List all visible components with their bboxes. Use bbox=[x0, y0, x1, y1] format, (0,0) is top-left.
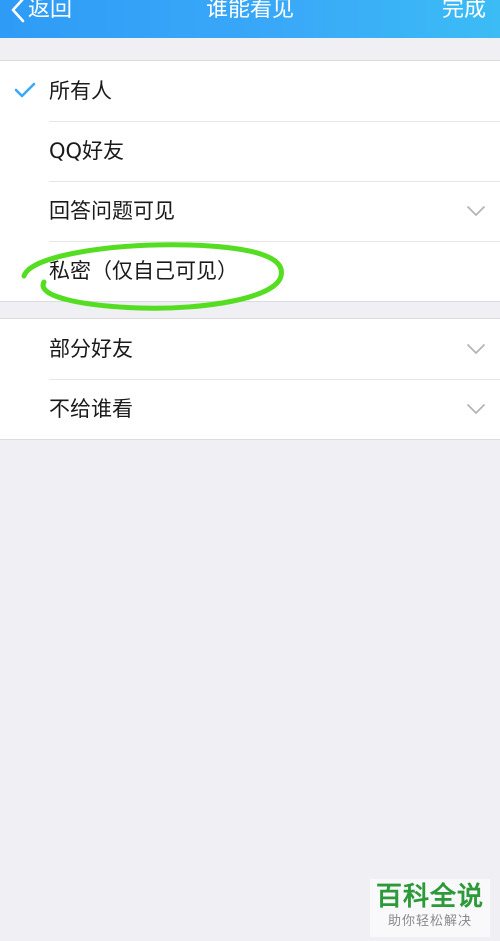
chevron-down-icon bbox=[467, 344, 485, 354]
option-private[interactable]: 私密（仅自己可见） bbox=[0, 241, 500, 301]
check-icon bbox=[14, 82, 36, 98]
option-label: QQ好友 bbox=[49, 139, 125, 163]
option-exclude-friends[interactable]: 不给谁看 bbox=[0, 379, 500, 439]
option-answer-question[interactable]: 回答问题可见 bbox=[0, 181, 500, 241]
option-qq-friends[interactable]: QQ好友 bbox=[0, 121, 500, 181]
page-title: 谁能看见 bbox=[205, 0, 294, 22]
visibility-options-group: 所有人 QQ好友 回答问题可见 私密（仅自己可见） bbox=[0, 60, 500, 302]
option-label: 部分好友 bbox=[49, 337, 133, 361]
watermark-logo: 百科全说 助你轻松解决 bbox=[370, 879, 490, 937]
option-label: 私密（仅自己可见） bbox=[49, 259, 238, 283]
option-label: 不给谁看 bbox=[49, 397, 133, 421]
friend-filter-group: 部分好友 不给谁看 bbox=[0, 318, 500, 440]
option-everyone[interactable]: 所有人 bbox=[0, 61, 500, 121]
chevron-down-icon bbox=[467, 206, 485, 216]
done-button[interactable]: 完成 bbox=[442, 0, 486, 26]
watermark-subtitle: 助你轻松解决 bbox=[387, 914, 472, 929]
nav-bar: 返回 谁能看见 完成 bbox=[0, 0, 500, 38]
option-label: 回答问题可见 bbox=[49, 199, 175, 223]
option-some-friends[interactable]: 部分好友 bbox=[0, 319, 500, 379]
watermark-title: 百科全说 bbox=[375, 882, 484, 912]
chevron-down-icon bbox=[467, 404, 485, 414]
option-label: 所有人 bbox=[49, 79, 112, 103]
